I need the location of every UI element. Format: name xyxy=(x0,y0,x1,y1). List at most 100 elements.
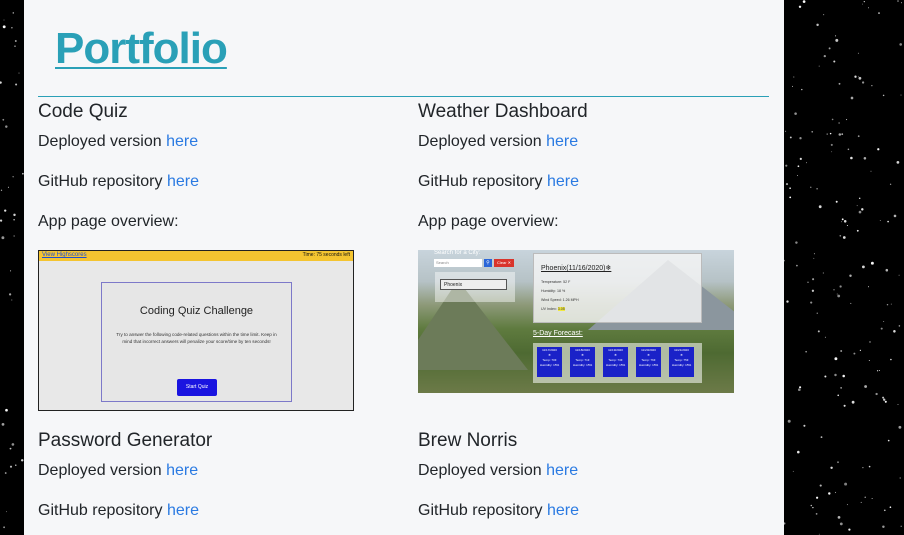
search-history-panel: Phoenix xyxy=(435,272,515,302)
star xyxy=(834,491,837,494)
deployed-link[interactable]: here xyxy=(546,133,578,150)
clear-button: Clear ✕ xyxy=(494,259,514,267)
star xyxy=(900,525,902,527)
star xyxy=(844,482,848,486)
star xyxy=(10,270,12,272)
star xyxy=(9,465,13,468)
star xyxy=(840,221,842,223)
star xyxy=(862,3,863,5)
deployed-line: Deployed version here xyxy=(38,461,198,481)
forecast-humidity: Humidity: 15% xyxy=(671,363,692,367)
star xyxy=(858,76,862,80)
star xyxy=(829,132,832,135)
search-icon: ⚲ xyxy=(484,259,492,267)
star xyxy=(896,161,900,164)
city-heading-text: Phoenix(11/16/2020) xyxy=(541,265,606,272)
star xyxy=(828,492,831,495)
project-title: Code Quiz xyxy=(38,101,128,122)
star xyxy=(857,52,859,54)
project-title: Password Generator xyxy=(38,430,213,451)
quiz-heading: Coding Quiz Challenge xyxy=(139,305,254,317)
star xyxy=(899,43,903,46)
star xyxy=(799,137,802,140)
star xyxy=(14,45,16,48)
star xyxy=(799,386,802,389)
github-line: GitHub repository here xyxy=(418,172,579,192)
current-weather-card: Phoenix(11/16/2020)❄ Temperature: 52 F H… xyxy=(533,253,702,323)
github-line: GitHub repository here xyxy=(38,172,199,192)
star xyxy=(862,265,865,269)
star xyxy=(841,218,844,221)
star xyxy=(893,330,896,333)
weather-dashboard-screenshot: Search for a City: Search ⚲ Clear ✕ Phoe… xyxy=(418,250,734,393)
star xyxy=(810,504,813,507)
star xyxy=(820,436,823,439)
star xyxy=(849,274,852,278)
deployed-link[interactable]: here xyxy=(166,133,198,150)
star xyxy=(859,349,862,352)
code-quiz-screenshot: View Highscores Time: 75 seconds left Co… xyxy=(38,250,354,411)
star xyxy=(839,234,842,237)
star xyxy=(4,209,7,212)
github-link[interactable]: here xyxy=(547,173,579,190)
star xyxy=(850,96,854,100)
search-input: Search xyxy=(434,259,482,267)
project-title: Brew Norris xyxy=(418,430,518,451)
star xyxy=(2,118,5,121)
star xyxy=(897,0,899,2)
star xyxy=(885,268,889,272)
humidity-text: Humidity: 18 % xyxy=(541,289,566,293)
star xyxy=(797,450,800,454)
star xyxy=(867,286,870,288)
github-link[interactable]: here xyxy=(547,502,579,519)
star xyxy=(822,272,824,274)
project-password-generator: Password Generator Deployed version here… xyxy=(38,428,378,519)
github-line: GitHub repository here xyxy=(418,501,579,521)
github-link[interactable]: here xyxy=(167,502,199,519)
github-line: GitHub repository here xyxy=(38,501,199,521)
title-divider xyxy=(38,96,769,97)
star xyxy=(877,148,880,151)
star xyxy=(846,224,848,227)
star xyxy=(7,186,9,188)
star xyxy=(11,443,15,446)
star xyxy=(816,312,818,314)
star xyxy=(834,357,838,361)
star xyxy=(840,350,843,352)
star xyxy=(819,484,822,487)
star xyxy=(793,76,795,78)
star xyxy=(861,81,865,84)
star xyxy=(5,408,8,412)
star xyxy=(796,174,799,177)
page-title[interactable]: Portfolio xyxy=(55,24,228,74)
star xyxy=(797,165,800,168)
star xyxy=(823,54,826,58)
star xyxy=(858,197,861,200)
star xyxy=(893,214,897,218)
project-brew-norris: Brew Norris Deployed version here GitHub… xyxy=(418,428,758,519)
deployed-link[interactable]: here xyxy=(546,462,578,479)
star xyxy=(3,19,5,21)
star xyxy=(13,235,15,237)
star xyxy=(833,289,835,291)
star xyxy=(856,205,858,207)
star xyxy=(863,0,865,3)
star xyxy=(837,461,839,464)
star xyxy=(0,81,2,84)
star xyxy=(837,294,841,298)
star xyxy=(871,85,873,87)
star xyxy=(785,130,787,132)
search-city-label: Search for a City: xyxy=(434,250,481,256)
star xyxy=(0,219,3,222)
star xyxy=(850,156,853,160)
star xyxy=(5,511,7,513)
star xyxy=(890,303,892,305)
star xyxy=(887,220,889,223)
github-link[interactable]: here xyxy=(167,173,199,190)
deployed-link[interactable]: here xyxy=(166,462,198,479)
quiz-timer: Time: 75 seconds left xyxy=(302,252,350,258)
star xyxy=(900,94,902,96)
star xyxy=(848,528,851,531)
star xyxy=(861,208,864,211)
star xyxy=(839,522,843,526)
